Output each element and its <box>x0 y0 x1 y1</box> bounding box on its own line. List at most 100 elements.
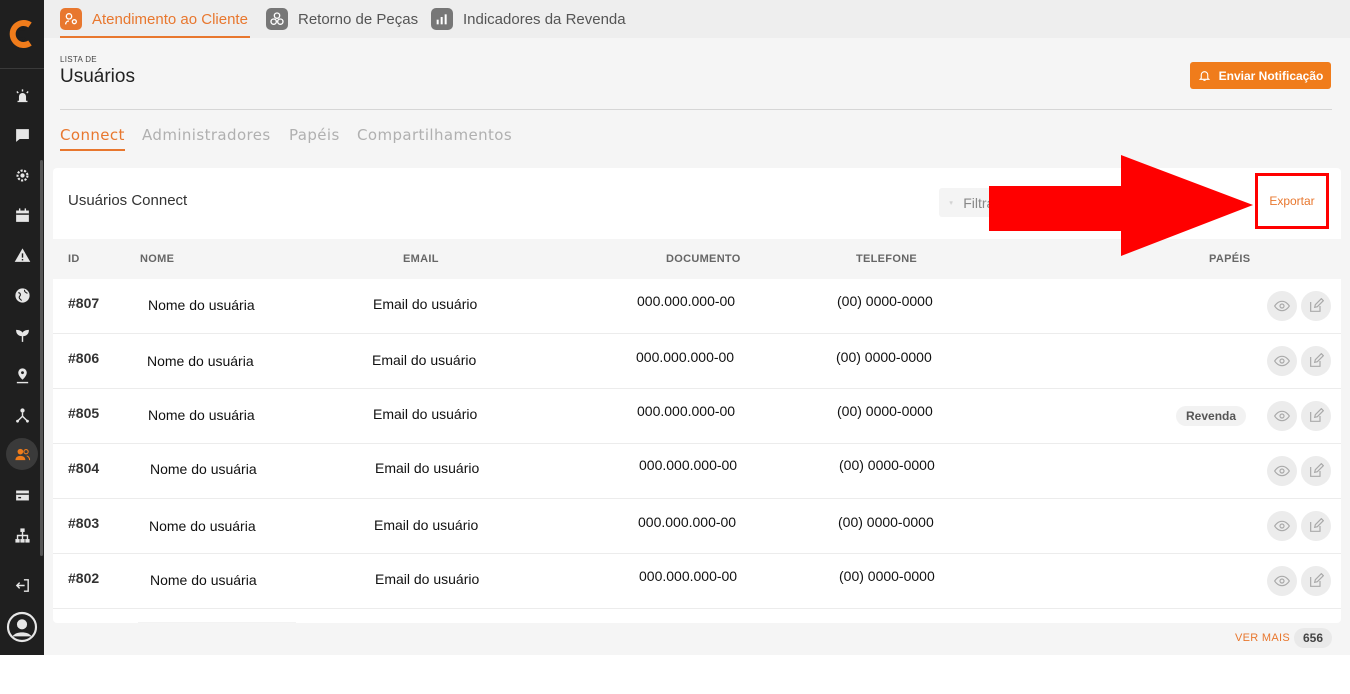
sitemap-icon[interactable] <box>10 523 34 547</box>
table-row[interactable]: #803 Nome do usuária Email do usuário 000.0… <box>53 499 1341 554</box>
table-row[interactable]: #804 Nome do usuária Email do usuário 000.0… <box>53 444 1341 499</box>
row-id: #804 <box>68 460 100 476</box>
row-nome: Nome do usuária <box>150 572 257 588</box>
row-nome: Nome do usuária <box>150 461 257 477</box>
row-telefone: (00) 0000-0000 <box>836 349 932 365</box>
settings-cog-icon[interactable] <box>10 163 34 187</box>
row-telefone: (00) 0000-0000 <box>838 514 934 530</box>
parts-return-icon <box>266 8 288 30</box>
card-title: Usuários Connect <box>68 192 188 209</box>
scroll-remainder <box>138 622 296 623</box>
table-row[interactable]: #805 Nome do usuária Email do usuário 000.0… <box>53 389 1341 444</box>
brand-logo-icon[interactable] <box>6 18 38 50</box>
tab-atendimento-ao-cliente[interactable]: Atendimento ao Cliente <box>60 0 250 38</box>
row-id: #807 <box>68 295 100 311</box>
row-documento: 000.000.000-00 <box>637 403 736 419</box>
export-button[interactable]: Exportar <box>1255 173 1329 229</box>
subtab-papeis[interactable]: Papéis <box>289 126 340 144</box>
tab-label: Indicadores da Revenda <box>463 10 626 28</box>
card-icon[interactable] <box>10 483 34 507</box>
row-email: Email do usuário <box>373 296 478 312</box>
row-documento: 000.000.000-00 <box>637 293 736 309</box>
row-telefone: (00) 0000-0000 <box>839 457 935 473</box>
view-icon[interactable] <box>1267 566 1297 596</box>
row-id: #805 <box>68 405 100 421</box>
tab-indicadores-da-revenda[interactable]: Indicadores da Revenda <box>431 0 626 38</box>
column-header-email: EMAIL <box>403 253 439 265</box>
row-email: Email do usuário <box>372 352 477 368</box>
row-documento: 000.000.000-00 <box>639 457 738 473</box>
row-email: Email do usuário <box>375 460 480 476</box>
view-icon[interactable] <box>1267 456 1297 486</box>
send-notification-label: Enviar Notificação <box>1218 68 1324 83</box>
row-id: #803 <box>68 515 100 531</box>
edit-icon[interactable] <box>1301 346 1331 376</box>
hierarchy-icon[interactable] <box>10 403 34 427</box>
alarm-icon[interactable] <box>10 84 34 108</box>
logout-icon[interactable] <box>10 573 34 597</box>
plant-icon[interactable] <box>10 323 34 347</box>
row-documento: 000.000.000-00 <box>639 568 738 584</box>
sidebar <box>0 0 44 655</box>
page-title: Usuários <box>60 66 135 87</box>
globe-icon[interactable] <box>10 283 34 307</box>
customer-service-icon <box>60 8 82 30</box>
header-divider <box>60 109 1332 110</box>
view-icon[interactable] <box>1267 401 1297 431</box>
edit-icon[interactable] <box>1301 456 1331 486</box>
edit-icon[interactable] <box>1301 291 1331 321</box>
users-icon[interactable] <box>6 438 38 470</box>
row-telefone: (00) 0000-0000 <box>837 293 933 309</box>
table-row[interactable]: #807 Nome do usuária Email do usuário 000.0… <box>53 279 1341 334</box>
sidebar-scrollbar[interactable] <box>40 160 43 556</box>
location-pin-icon[interactable] <box>10 363 34 387</box>
row-id: #806 <box>68 350 100 366</box>
column-header-id: ID <box>68 253 80 265</box>
tab-label: Atendimento ao Cliente <box>92 10 248 28</box>
row-id: #802 <box>68 570 100 586</box>
row-telefone: (00) 0000-0000 <box>839 568 935 584</box>
column-header-documento: DOCUMENTO <box>666 253 741 265</box>
view-icon[interactable] <box>1267 346 1297 376</box>
table-row[interactable]: #806 Nome do usuária Email do usuário 000.0… <box>53 334 1341 389</box>
sidebar-divider <box>0 68 44 69</box>
chat-icon[interactable] <box>10 123 34 147</box>
subtab-administradores[interactable]: Administradores <box>142 126 271 144</box>
view-icon[interactable] <box>1267 511 1297 541</box>
row-nome: Nome do usuária <box>148 297 255 313</box>
column-header-telefone: TELEFONE <box>856 253 918 265</box>
edit-icon[interactable] <box>1301 511 1331 541</box>
subtab-compartilhamentos[interactable]: Compartilhamentos <box>357 126 512 144</box>
user-profile-icon[interactable] <box>5 610 39 644</box>
bar-chart-icon <box>431 8 453 30</box>
subtab-connect[interactable]: Connect <box>60 126 125 151</box>
table-row[interactable]: #802 Nome do usuária Email do usuário 000.0… <box>53 554 1341 609</box>
row-email: Email do usuário <box>374 517 479 533</box>
row-telefone: (00) 0000-0000 <box>837 403 933 419</box>
row-documento: 000.000.000-00 <box>638 514 737 530</box>
edit-icon[interactable] <box>1301 401 1331 431</box>
row-nome: Nome do usuária <box>147 353 254 369</box>
tab-label: Retorno de Peças <box>298 10 419 28</box>
view-icon[interactable] <box>1267 291 1297 321</box>
total-count-badge: 656 <box>1294 628 1332 648</box>
send-notification-button[interactable]: Enviar Notificação <box>1190 62 1331 89</box>
row-documento: 000.000.000-00 <box>636 349 735 365</box>
row-email: Email do usuário <box>375 571 480 587</box>
filter-icon <box>949 201 953 204</box>
calendar-icon[interactable] <box>10 203 34 227</box>
see-more-link[interactable]: VER MAIS <box>1235 632 1290 644</box>
row-nome: Nome do usuária <box>149 518 256 534</box>
row-email: Email do usuário <box>373 406 478 422</box>
tab-retorno-de-pecas[interactable]: Retorno de Peças <box>266 0 418 38</box>
top-tab-bar: Atendimento ao Cliente Retorno de Peças … <box>44 0 1350 38</box>
row-nome: Nome do usuária <box>148 407 255 423</box>
bell-icon <box>1198 71 1210 81</box>
warning-icon[interactable] <box>10 243 34 267</box>
role-badge: Revenda <box>1176 406 1247 426</box>
edit-icon[interactable] <box>1301 566 1331 596</box>
annotation-arrow <box>989 155 1253 256</box>
app-window: Atendimento ao Cliente Retorno de Peças … <box>0 0 1350 655</box>
table-row-partial <box>53 609 1341 623</box>
page-overline: LISTA DE <box>60 55 97 64</box>
